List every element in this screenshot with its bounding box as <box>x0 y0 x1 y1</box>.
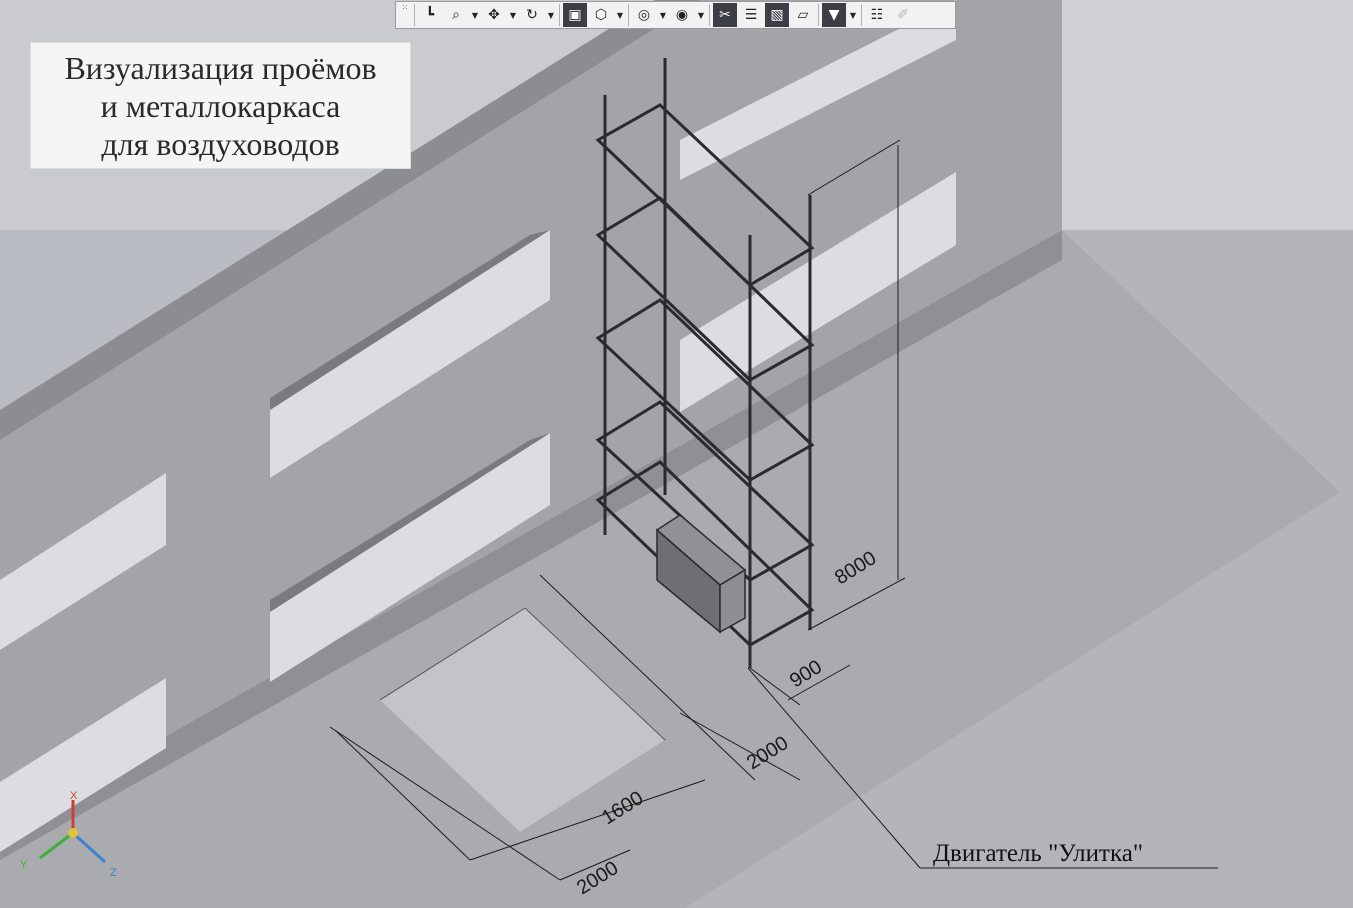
toolbar-separator <box>559 4 560 26</box>
toolbar-grip-icon[interactable]: ⁙ <box>398 4 412 26</box>
pan-dropdown-arrow-icon[interactable]: ▼ <box>507 3 519 27</box>
show-dropdown-arrow-icon[interactable]: ▼ <box>695 3 707 27</box>
properties-icon[interactable]: ☷ <box>865 3 889 27</box>
hide-dropdown-arrow-icon[interactable]: ▼ <box>657 3 669 27</box>
filter-icon[interactable]: ▼ <box>822 3 846 27</box>
view-toolbar: ⁙ ┗ ⌕ ▼ ✥ ▼ ↻ ▼ ▣ ⬡ ▼ ◎ ▼ ◉ ▼ ✂ ☰ ▧ ▱ ▼ ▼ ☷ ✐ <box>395 1 956 29</box>
zoom-window-dropdown-arrow-icon[interactable]: ▼ <box>469 3 481 27</box>
hide-icon[interactable]: ◎ <box>632 3 656 27</box>
orientation-icon[interactable]: ┗ <box>418 3 442 27</box>
rotate-icon[interactable]: ↻ <box>520 3 544 27</box>
layers-icon[interactable]: ☰ <box>739 3 763 27</box>
shaded-view-icon[interactable]: ▣ <box>563 3 587 27</box>
pan-icon[interactable]: ✥ <box>482 3 506 27</box>
title-line-2: и металлокаркаса <box>100 88 341 124</box>
pipette-icon[interactable]: ✐ <box>891 3 915 27</box>
perspective-icon[interactable]: ▱ <box>791 3 815 27</box>
filter-dropdown-arrow-icon[interactable]: ▼ <box>847 3 859 27</box>
axis-z-label: Z <box>110 867 117 879</box>
toolbar-separator <box>818 4 819 26</box>
wall-end-face <box>1062 0 1353 230</box>
wireframe-view-dropdown-arrow-icon[interactable]: ▼ <box>614 3 626 27</box>
axis-y-label: Y <box>20 859 28 871</box>
toolbar-separator <box>709 4 710 26</box>
section-icon[interactable]: ✂ <box>713 3 737 27</box>
motor-callout-label: Двигатель "Улитка" <box>933 840 1144 867</box>
title-line-1: Визуализация проёмов <box>64 50 377 86</box>
toolbar-separator <box>628 4 629 26</box>
axis-x-label: X <box>70 790 78 802</box>
display-mode-icon[interactable]: ▧ <box>765 3 789 27</box>
wireframe-view-icon[interactable]: ⬡ <box>589 3 613 27</box>
title-box: Визуализация проёмов и металлокаркаса дл… <box>30 42 411 169</box>
title-line-3: для воздуховодов <box>101 126 340 162</box>
rotate-dropdown-arrow-icon[interactable]: ▼ <box>545 3 557 27</box>
toolbar-separator <box>861 4 862 26</box>
show-icon[interactable]: ◉ <box>670 3 694 27</box>
toolbar-separator <box>414 4 415 26</box>
zoom-window-icon[interactable]: ⌕ <box>444 3 468 27</box>
